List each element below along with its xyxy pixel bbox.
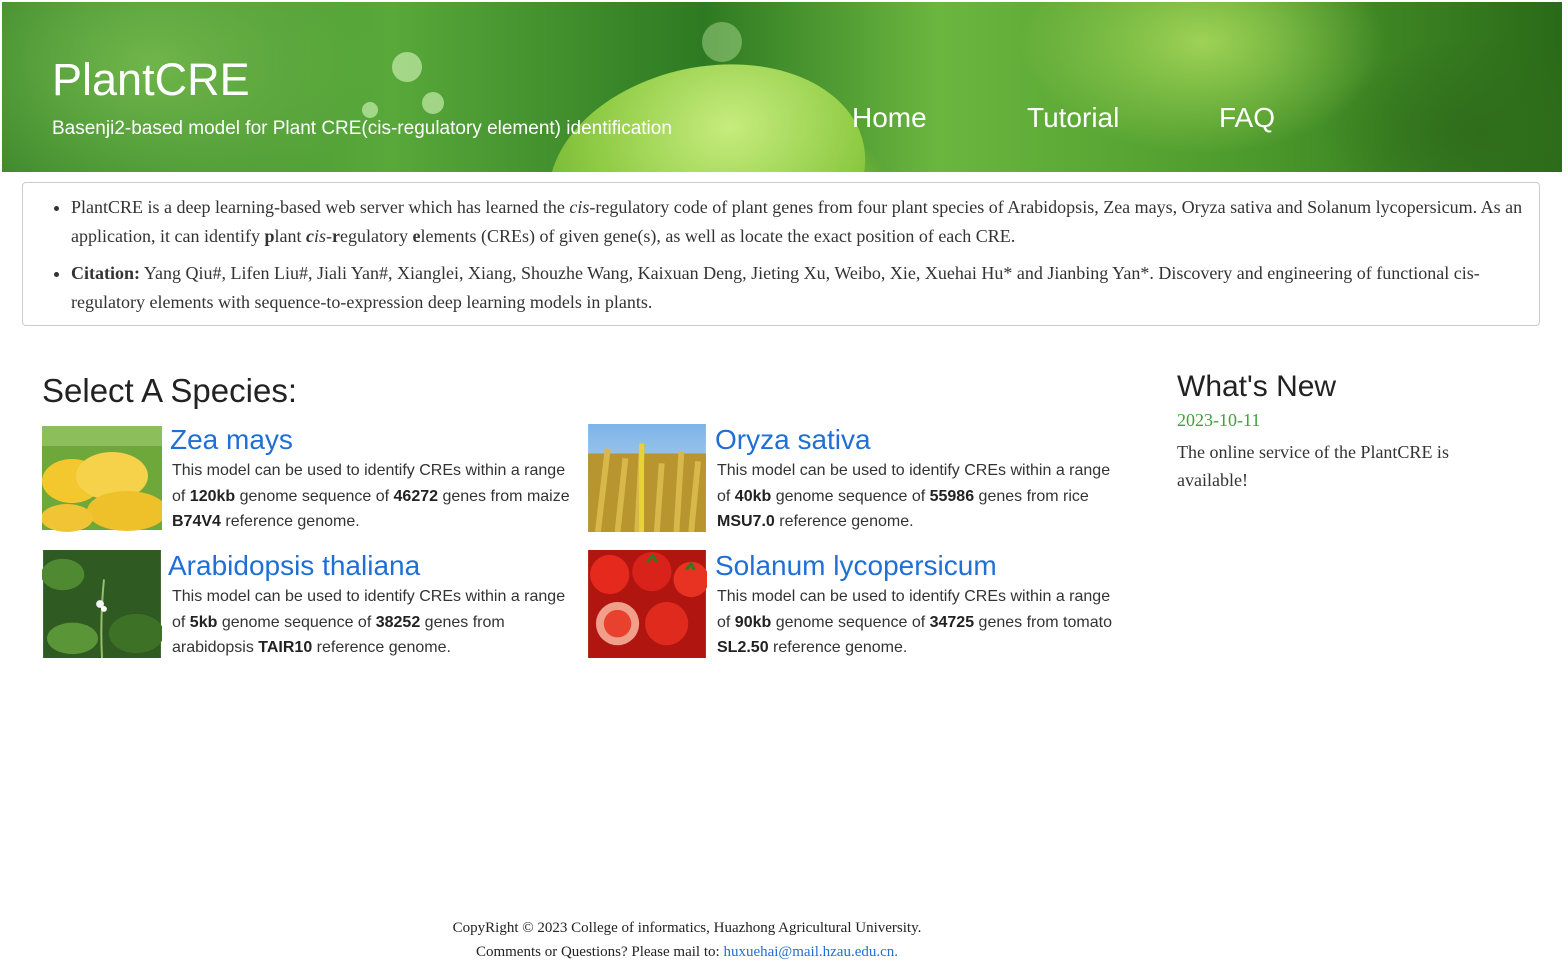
species-desc-oryza-sativa: This model can be used to identify CREs …: [717, 462, 1111, 530]
news-date: 2023-10-11: [1177, 410, 1261, 430]
species-desc-solanum-lycopersicum: This model can be used to identify CREs …: [717, 588, 1112, 656]
header-banner: PlantCRE Basenji2-based model for Plant …: [2, 2, 1562, 172]
species-link-oryza-sativa[interactable]: Oryza sativa: [715, 424, 871, 456]
nav-faq[interactable]: FAQ: [1219, 102, 1275, 134]
footer-copyright: CopyRight © 2023 College of informatics,…: [452, 920, 922, 936]
select-species-heading: Select A Species:: [42, 372, 297, 409]
species-card-arabidopsis-thaliana: Arabidopsis thaliana This model can be u…: [42, 550, 582, 660]
news-text: The online service of the PlantCRE is av…: [1177, 442, 1449, 490]
species-card-solanum-lycopersicum: Solanum lycopersicum This model can be u…: [587, 550, 1127, 660]
site-title: PlantCRE: [52, 54, 250, 105]
species-card-oryza-sativa: Oryza sativa This model can be used to i…: [587, 424, 1127, 534]
species-link-arabidopsis-thaliana[interactable]: Arabidopsis thaliana: [168, 550, 420, 582]
footer-contact: Comments or Questions? Please mail to: h…: [475, 944, 899, 960]
footer: CopyRight © 2023 College of informatics,…: [0, 916, 1374, 964]
species-desc-zea-mays: This model can be used to identify CREs …: [172, 462, 570, 530]
intro-description: PlantCRE is a deep learning-based web se…: [71, 193, 1529, 251]
species-card-zea-mays: Zea mays This model can be used to ident…: [42, 424, 582, 534]
corn-image: [42, 426, 162, 532]
rice-image: [588, 424, 706, 532]
tomato-image: [588, 550, 707, 658]
nav-home[interactable]: Home: [852, 102, 927, 134]
leaf-graphic: [527, 36, 887, 172]
site-subtitle: Basenji2-based model for Plant CRE(cis-r…: [52, 118, 672, 139]
footer-email-link[interactable]: huxuehai@mail.hzau.edu.cn.: [723, 944, 898, 960]
whats-new-heading: What's New: [1177, 370, 1337, 403]
nav-tutorial[interactable]: Tutorial: [1027, 102, 1119, 134]
species-link-solanum-lycopersicum[interactable]: Solanum lycopersicum: [715, 550, 997, 582]
intro-panel: PlantCRE is a deep learning-based web se…: [22, 182, 1540, 326]
intro-citation: Citation: Yang Qiu#, Lifen Liu#, Jiali Y…: [71, 259, 1529, 317]
species-desc-arabidopsis-thaliana: This model can be used to identify CREs …: [172, 588, 566, 656]
species-link-zea-mays[interactable]: Zea mays: [170, 424, 293, 456]
arabidopsis-image: [42, 550, 162, 658]
